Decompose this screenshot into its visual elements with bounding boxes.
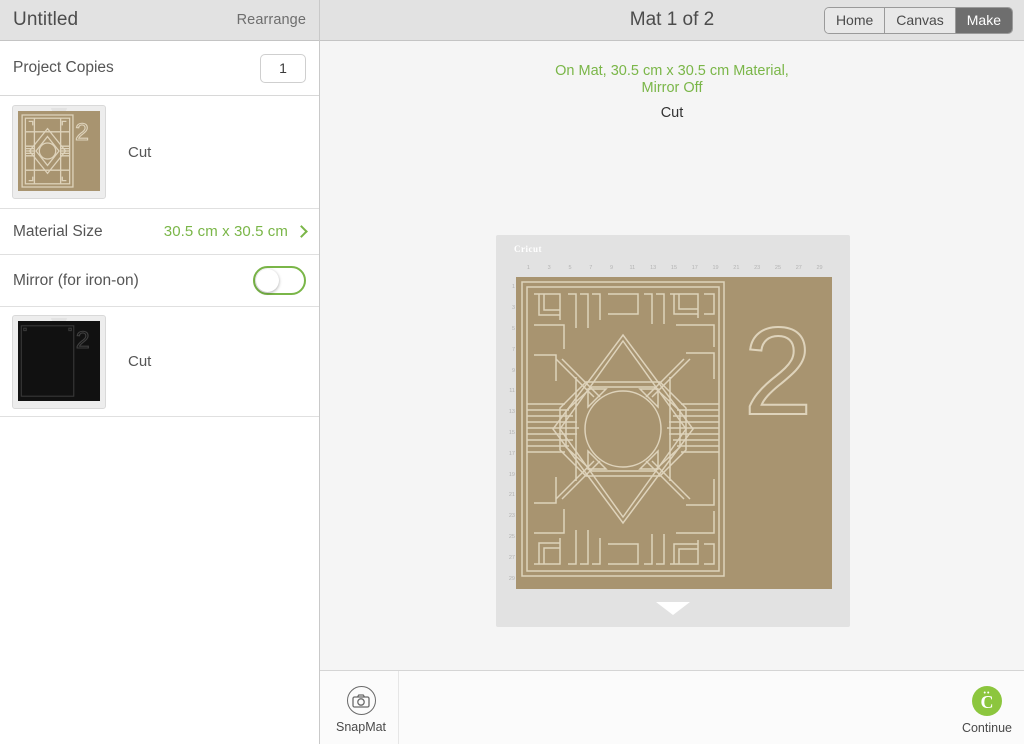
ruler-tick: 27: [508, 554, 515, 561]
ruler-tick: 5: [511, 325, 515, 332]
ruler-tick: 21: [508, 492, 515, 499]
camera-icon: [346, 686, 376, 715]
mirror-toggle[interactable]: [253, 266, 306, 295]
material-size-label: Material Size: [13, 222, 103, 240]
rearrange-button[interactable]: Rearrange: [237, 12, 306, 28]
toolbar-divider: [398, 671, 399, 744]
mat-feed-arrow-icon: [656, 602, 690, 615]
continue-button[interactable]: •• C Continue: [962, 686, 1012, 735]
material-status-line-2: Mirror Off: [641, 80, 703, 96]
ruler-tick: 9: [511, 367, 515, 374]
ruler-tick: 9: [610, 265, 614, 271]
mirror-row: Mirror (for iron-on): [0, 255, 319, 307]
thumb-numeral-2: 2: [76, 327, 90, 354]
project-title: Untitled: [13, 9, 79, 30]
ruler-tick: 7: [511, 346, 515, 353]
view-mode-segmented-control: Home Canvas Make: [823, 6, 1013, 34]
thumb-numeral-1: 2: [75, 119, 89, 146]
main-panel: Mat 1 of 2 Home Canvas Make On Mat, 30.5…: [320, 0, 1024, 744]
ruler-tick: 11: [629, 265, 636, 271]
bottom-toolbar: SnapMat •• C Continue: [320, 670, 1024, 744]
mat-thumbnail-canvas-1: 2: [18, 111, 100, 191]
app-root: Untitled Rearrange Project Copies 1 2 Cu…: [0, 0, 1024, 744]
mat-status-block: On Mat, 30.5 cm x 30.5 cm Material, Mirr…: [320, 63, 1024, 121]
ruler-tick: 17: [691, 265, 698, 271]
snapmat-label: SnapMat: [336, 720, 387, 734]
cricut-logo-dots: ••: [983, 689, 991, 697]
tab-canvas[interactable]: Canvas: [885, 7, 956, 33]
ruler-tick: 19: [508, 471, 515, 478]
continue-label: Continue: [961, 721, 1012, 735]
mat-list-item-1[interactable]: 2 Cut: [0, 96, 319, 209]
project-copies-input[interactable]: 1: [260, 53, 306, 83]
ruler-tick: 25: [508, 533, 515, 540]
ruler-tick: 15: [508, 429, 515, 436]
ruler-tick: 13: [508, 409, 515, 416]
ruler-tick: 15: [670, 265, 678, 271]
ruler-tick: 19: [712, 265, 719, 271]
ruler-tick: 1: [511, 284, 515, 291]
ruler-tick: 23: [508, 513, 515, 520]
mat-list-item-2[interactable]: 2 Cut: [0, 307, 319, 417]
ruler-tick: 13: [650, 265, 657, 271]
project-copies-label: Project Copies: [13, 59, 114, 76]
material-sheet[interactable]: 2: [516, 277, 832, 589]
mat-thumbnail-1[interactable]: 2: [12, 105, 106, 199]
ruler-tick: 3: [511, 305, 515, 312]
ruler-vertical: 1 3 5 7 9 11 13 15 17 19 21 23 25 27 29: [502, 277, 515, 589]
mat-preview-area: On Mat, 30.5 cm x 30.5 cm Material, Mirr…: [320, 41, 1024, 670]
ruler-tick: 7: [589, 265, 593, 271]
ruler-tick: 5: [568, 265, 572, 271]
operation-status: Cut: [660, 105, 684, 121]
sidebar: Untitled Rearrange Project Copies 1 2 Cu…: [0, 0, 320, 744]
mat-thumbnail-canvas-2: 2: [18, 320, 100, 401]
ruler-tick: 11: [509, 388, 515, 395]
design-artwork[interactable]: 2: [516, 277, 832, 589]
design-numeral: 2: [744, 303, 813, 441]
ruler-tick: 27: [795, 265, 802, 271]
ruler-tick: 17: [508, 450, 515, 457]
cricut-logo-icon: •• C: [971, 686, 1002, 716]
mirror-label: Mirror (for iron-on): [13, 271, 139, 289]
cricut-brand-label: Cricut: [514, 244, 542, 254]
ruler-tick: 29: [508, 575, 515, 582]
material-status-line-1: On Mat, 30.5 cm x 30.5 cm Material,: [555, 63, 789, 79]
sidebar-header: Untitled Rearrange: [0, 0, 319, 41]
mat-operation-label-2: Cut: [128, 353, 152, 370]
ruler-horizontal: 1 3 5 7 9 11 13 15 17 19 21 23 25 27 29: [518, 262, 830, 274]
main-header: Mat 1 of 2 Home Canvas Make: [320, 0, 1024, 41]
mat-operation-label-1: Cut: [128, 143, 152, 161]
material-size-value: 30.5 cm x 30.5 cm: [163, 223, 288, 240]
chevron-right-icon: [295, 225, 308, 238]
ruler-tick: 3: [547, 265, 551, 271]
mat-thumbnail-2[interactable]: 2: [12, 314, 106, 409]
tab-make[interactable]: Make: [955, 7, 1012, 33]
material-size-row[interactable]: Material Size 30.5 cm x 30.5 cm: [0, 209, 319, 255]
ruler-tick: 21: [733, 265, 740, 271]
cutting-mat[interactable]: Cricut 1 3 5 7 9 11 13 15 17 19 21 23 25…: [496, 235, 850, 627]
snapmat-button[interactable]: SnapMat: [336, 686, 386, 734]
ruler-tick: 1: [526, 265, 530, 271]
tab-home[interactable]: Home: [824, 7, 886, 33]
ruler-tick: 29: [816, 265, 823, 271]
ruler-tick: 25: [774, 265, 782, 271]
mirror-toggle-knob: [256, 269, 279, 292]
ruler-tick: 23: [754, 265, 761, 271]
sidebar-empty-space: [0, 417, 319, 744]
project-copies-row: Project Copies 1: [0, 41, 319, 96]
